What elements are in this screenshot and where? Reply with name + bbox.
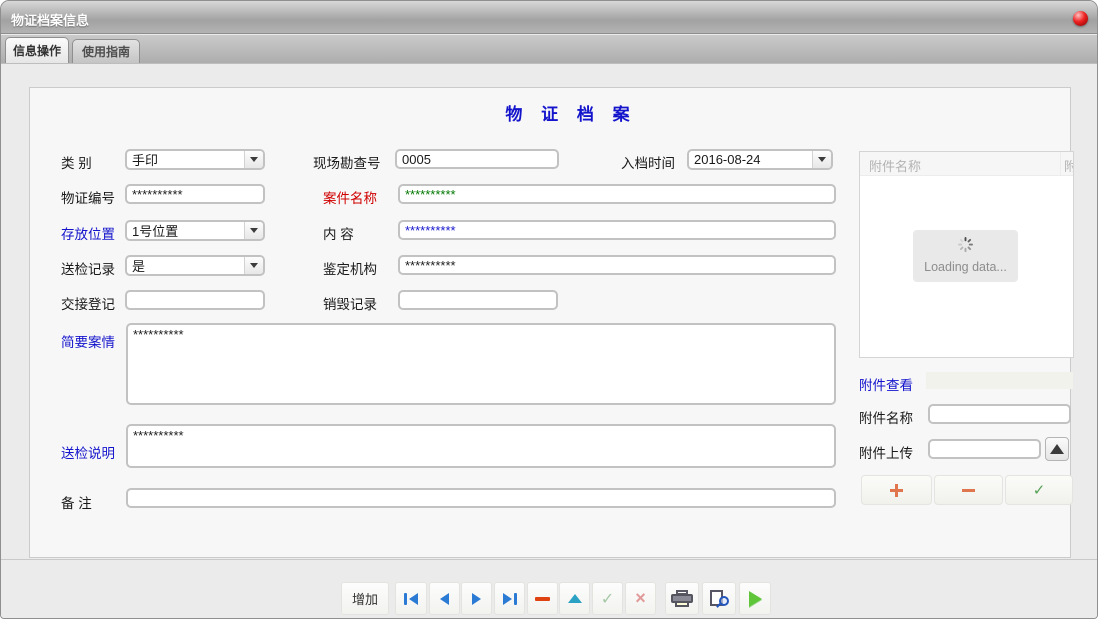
brief-label: 简要案情 [61, 331, 115, 351]
category-label: 类 别 [61, 152, 92, 172]
attachment-name-input[interactable] [928, 404, 1071, 424]
edit-record-button[interactable] [559, 582, 590, 615]
tab-info-operation-label: 信息操作 [13, 42, 61, 59]
form-title: 物 证 档 案 [441, 100, 701, 125]
tab-strip: 信息操作 使用指南 [1, 35, 1097, 64]
delete-icon [535, 597, 550, 601]
brief-textarea[interactable]: ********** [126, 323, 836, 405]
send-record-value: 是 [132, 256, 145, 275]
attachment-view-display [926, 372, 1073, 389]
minus-icon [962, 489, 975, 492]
agency-label: 鉴定机构 [323, 258, 377, 278]
delete-record-button[interactable] [527, 582, 558, 615]
send-record-dropdown-button[interactable] [244, 257, 263, 274]
post-check-icon: ✓ [601, 589, 614, 609]
attachment-remove-button[interactable] [934, 475, 1003, 505]
last-record-button[interactable] [494, 582, 525, 615]
print-button[interactable] [665, 582, 699, 615]
attachment-upload-label: 附件上传 [859, 442, 913, 462]
archive-date-select[interactable]: 2016-08-24 [687, 149, 833, 170]
loading-text: Loading data... [913, 260, 1018, 274]
chevron-down-icon [250, 157, 258, 162]
check-icon: ✓ [1033, 481, 1046, 499]
attachment-confirm-button[interactable]: ✓ [1005, 475, 1073, 505]
tab-user-guide[interactable]: 使用指南 [72, 39, 140, 63]
column-divider [1060, 152, 1061, 176]
next-record-button[interactable] [461, 582, 492, 615]
last-record-icon [503, 593, 512, 605]
triangle-up-icon [1050, 444, 1064, 454]
destroy-input[interactable] [398, 290, 558, 310]
attachment-second-column-header: 附 [1064, 156, 1074, 175]
loading-indicator: Loading data... [913, 230, 1018, 282]
send-note-textarea[interactable]: ********** [126, 424, 836, 468]
case-name-label: 案件名称 [323, 187, 377, 207]
prev-record-icon [440, 593, 449, 605]
remark-input[interactable] [126, 488, 836, 508]
evidence-no-input[interactable] [125, 184, 265, 204]
send-record-select[interactable]: 是 [125, 255, 265, 276]
chevron-down-icon [250, 228, 258, 233]
last-record-icon [514, 593, 517, 605]
title-bar: 物证档案信息 [1, 1, 1097, 34]
remark-label: 备 注 [61, 492, 92, 512]
category-select-value: 手印 [132, 150, 158, 169]
upload-button[interactable] [1045, 437, 1069, 461]
execute-button[interactable] [739, 582, 771, 615]
archive-date-dropdown-button[interactable] [812, 151, 831, 168]
attachment-add-button[interactable] [861, 475, 932, 505]
storage-select[interactable]: 1号位置 [125, 220, 265, 241]
window-title: 物证档案信息 [11, 10, 89, 29]
spinner-icon [958, 237, 973, 252]
chevron-down-icon [250, 263, 258, 268]
first-record-icon [404, 593, 407, 605]
attachment-view-link[interactable]: 附件查看 [859, 374, 913, 394]
cancel-cross-icon: × [635, 588, 646, 609]
handover-input[interactable] [125, 290, 265, 310]
attachment-name-label: 附件名称 [859, 407, 913, 427]
agency-input[interactable] [398, 255, 836, 275]
play-icon [749, 591, 762, 607]
category-select[interactable]: 手印 [125, 149, 265, 170]
attachment-grid-header: 附件名称 附 [860, 152, 1073, 176]
attachment-name-column-header: 附件名称 [869, 156, 921, 175]
edit-icon [568, 594, 582, 603]
first-record-icon [409, 593, 418, 605]
content-label: 内 容 [323, 223, 354, 243]
case-name-input[interactable] [398, 184, 836, 204]
prev-record-button[interactable] [429, 582, 460, 615]
next-record-icon [472, 593, 481, 605]
print-icon [671, 590, 693, 607]
archive-date-value: 2016-08-24 [694, 152, 761, 167]
storage-select-value: 1号位置 [132, 221, 178, 240]
handover-label: 交接登记 [61, 293, 115, 313]
send-note-label: 送检说明 [61, 442, 115, 462]
red-status-orb-icon[interactable] [1073, 11, 1088, 26]
first-record-button[interactable] [395, 582, 427, 615]
tab-user-guide-label: 使用指南 [82, 43, 130, 60]
scene-no-label: 现场勘查号 [313, 152, 381, 172]
find-button[interactable] [702, 582, 736, 615]
add-record-label: 增加 [352, 589, 378, 608]
archive-date-label: 入档时间 [621, 152, 675, 172]
category-dropdown-button[interactable] [244, 151, 263, 168]
storage-dropdown-button[interactable] [244, 222, 263, 239]
storage-label: 存放位置 [61, 223, 115, 243]
chevron-down-icon [818, 157, 826, 162]
attachment-upload-input[interactable] [928, 439, 1041, 459]
tab-info-operation[interactable]: 信息操作 [5, 37, 69, 63]
plus-icon [890, 484, 903, 497]
evidence-no-label: 物证编号 [61, 187, 115, 207]
evidence-archive-window: 物证档案信息 信息操作 使用指南 物 证 档 案 类 别 手印 现场勘查号 入档… [0, 0, 1098, 619]
add-record-button[interactable]: 增加 [341, 582, 389, 615]
find-icon [709, 590, 729, 608]
cancel-record-button[interactable]: × [625, 582, 656, 615]
send-record-label: 送检记录 [61, 258, 115, 278]
scene-no-input[interactable] [395, 149, 559, 169]
post-record-button[interactable]: ✓ [592, 582, 623, 615]
content-input[interactable] [398, 220, 836, 240]
destroy-label: 销毁记录 [323, 293, 377, 313]
